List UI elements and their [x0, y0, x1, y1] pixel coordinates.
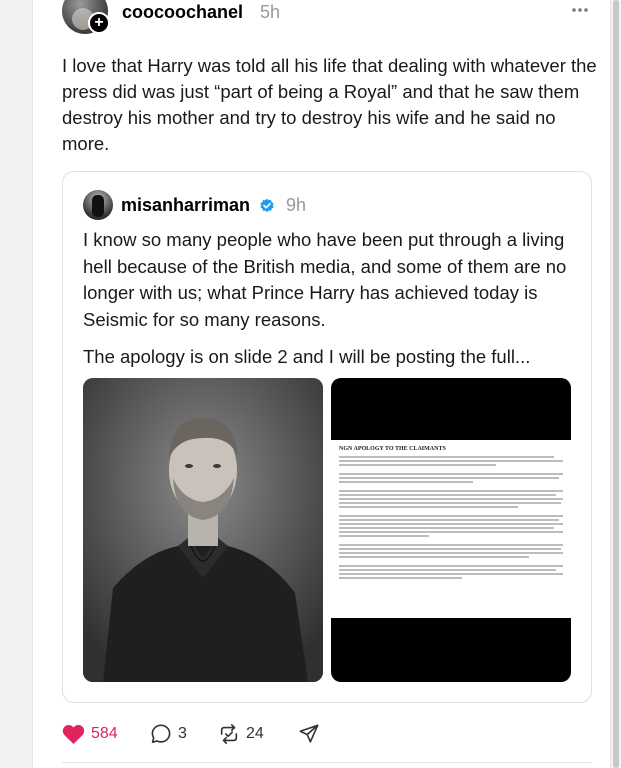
- send-paper-plane-icon: [299, 724, 319, 743]
- like-button[interactable]: 584: [62, 720, 118, 748]
- comment-bubble-icon: [151, 724, 171, 744]
- scrollbar[interactable]: [611, 0, 621, 768]
- more-horizontal-icon: [572, 8, 588, 12]
- like-count: 584: [91, 725, 118, 742]
- reply-count: 3: [178, 725, 187, 742]
- document-title: NGN APOLOGY TO THE CLAIMANTS: [339, 446, 446, 452]
- post-timestamp: 5h: [260, 2, 281, 22]
- portrait-photo-image: [83, 378, 323, 682]
- document-page: NGN APOLOGY TO THE CLAIMANTS: [331, 440, 571, 618]
- media-document-apology[interactable]: NGN APOLOGY TO THE CLAIMANTS: [331, 378, 571, 682]
- repost-icon: [220, 724, 238, 744]
- quoted-body-text: I know so many people who have been put …: [83, 229, 567, 330]
- page-background: [0, 0, 32, 768]
- more-options-button[interactable]: [568, 0, 592, 24]
- follow-plus-icon[interactable]: +: [88, 12, 110, 34]
- quoted-timestamp: 9h: [286, 195, 307, 215]
- quoted-author[interactable]: misanharriman: [121, 195, 250, 216]
- verified-badge-icon: [260, 198, 274, 212]
- quoted-body-text-2: The apology is on slide 2 and I will be …: [83, 346, 531, 367]
- post-actions: 584 3 24: [62, 720, 362, 748]
- quoted-post[interactable]: misanharriman 9h I know so many people w…: [62, 171, 592, 703]
- heart-filled-icon: [62, 724, 85, 744]
- post-body-text: I love that Harry was told all his life …: [62, 55, 597, 154]
- repost-button[interactable]: 24: [218, 720, 264, 748]
- reply-button[interactable]: 3: [150, 720, 187, 748]
- scrollbar-thumb[interactable]: [613, 0, 619, 768]
- share-button[interactable]: [298, 720, 320, 748]
- quoted-author-avatar[interactable]: [83, 190, 113, 220]
- post-divider: [62, 762, 592, 763]
- author-avatar[interactable]: +: [62, 0, 110, 34]
- media-photo-prince-harry[interactable]: [83, 378, 323, 682]
- post-author[interactable]: coocoochanel: [122, 2, 243, 23]
- repost-count: 24: [246, 725, 264, 742]
